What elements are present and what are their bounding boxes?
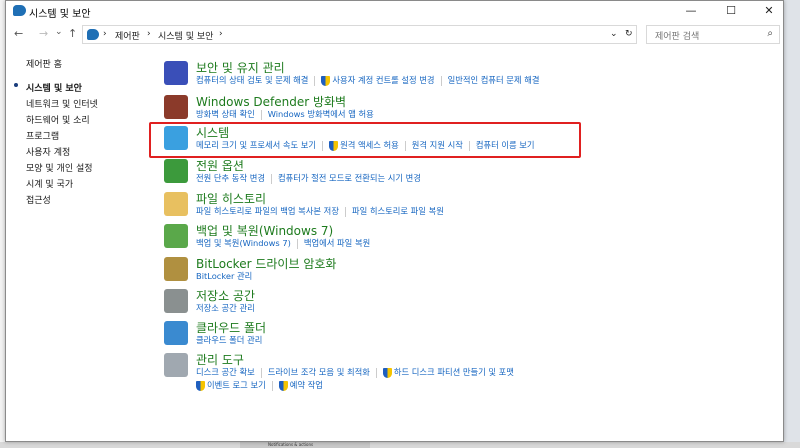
sidebar-item-clock-region[interactable]: 시계 및 국가 [26,177,73,190]
category-links: 디스크 공간 확보 드라이브 조각 모음 및 최적화 하드 디스크 파티션 만들기 … [196,366,776,392]
sidebar-item-programs[interactable]: 프로그램 [26,129,59,142]
background-desktop [0,442,800,448]
admin-tools-icon[interactable] [164,353,188,377]
task-link[interactable]: 저장소 공간 관리 [196,303,255,313]
control-panel-icon [13,5,26,16]
chevron-right-icon: › [147,29,151,39]
sidebar-item-appearance[interactable]: 모양 및 개인 설정 [26,161,93,174]
category-links: BitLocker 관리 [196,270,776,283]
firewall-icon[interactable] [164,95,188,119]
close-button[interactable]: ✕ [754,3,784,19]
background-notifications: Notifications & actions [240,442,370,448]
category-links: 클라우드 폴더 관리 [196,334,776,347]
back-button[interactable]: ← [14,27,23,40]
uac-shield-icon [278,380,288,391]
sidebar-item-system-security[interactable]: 시스템 및 보안 [26,81,82,94]
category-links: 전원 단추 동작 변경 컴퓨터가 절전 모드로 전환되는 시기 변경 [196,172,776,185]
title-bar: 시스템 및 보안 — ☐ ✕ [6,1,783,21]
separator [260,367,262,378]
chevron-right-icon: › [219,29,223,39]
cloud-folder-icon[interactable] [164,321,188,345]
search-placeholder: 제어판 검색 [655,32,700,42]
task-link[interactable]: 파일 히스토리로 파일의 백업 복사본 저장 [196,206,339,216]
separator [440,75,442,86]
flag-icon[interactable] [164,61,188,85]
separator [296,238,298,249]
task-link[interactable]: 일반적인 컴퓨터 문제 해결 [448,75,540,85]
task-link[interactable]: 백업에서 파일 복원 [304,238,370,248]
recent-locations-button[interactable]: ⌄ [55,27,63,37]
bitlocker-icon[interactable] [164,257,188,281]
sidebar-item-hardware[interactable]: 하드웨어 및 소리 [26,113,90,126]
search-icon: ⌕ [767,28,773,39]
task-link[interactable]: 컴퓨터가 절전 모드로 전환되는 시기 변경 [278,173,421,183]
storage-icon[interactable] [164,289,188,313]
minimize-button[interactable]: — [676,3,706,19]
navigation-bar: ← → ⌄ ↑ › 제어판 › 시스템 및 보안 › ⌄ ↻ 제어판 검색 ⌕ [6,25,783,45]
task-link[interactable]: 컴퓨터의 상태 검토 및 문제 해결 [196,75,308,85]
uac-shield-icon [321,75,331,86]
active-bullet-icon [14,83,18,87]
category-links: 방화벽 상태 확인 Windows 방화벽에서 앱 허용 [196,108,776,121]
category-links: 백업 및 복원(Windows 7) 백업에서 파일 복원 [196,237,776,250]
search-input[interactable]: 제어판 검색 ⌕ [646,25,780,44]
address-dropdown-button[interactable]: ⌄ [610,29,618,39]
backup-icon[interactable] [164,224,188,248]
task-link[interactable]: 사용자 계정 컨트롤 설정 변경 [332,75,434,85]
address-bar[interactable]: › 제어판 › 시스템 및 보안 › ⌄ ↻ [82,25,637,44]
separator [314,75,316,86]
uac-shield-icon [382,367,392,378]
task-link[interactable]: BitLocker 관리 [196,271,252,281]
sidebar-item-control-panel-home[interactable]: 제어판 홈 [26,57,62,70]
category-links: 파일 히스토리로 파일의 백업 복사본 저장 파일 히스토리로 파일 복원 [196,205,776,218]
breadcrumb-system-security[interactable]: 시스템 및 보안 [158,29,213,42]
up-button[interactable]: ↑ [68,27,77,40]
forward-button[interactable]: → [39,27,48,40]
sidebar-item-network[interactable]: 네트워크 및 인터넷 [26,97,98,110]
maximize-button[interactable]: ☐ [716,3,746,19]
task-link[interactable]: 하드 디스크 파티션 만들기 및 포맷 [394,367,514,377]
task-link[interactable]: 예약 작업 [290,380,323,390]
task-link[interactable]: Windows 방화벽에서 앱 허용 [268,109,374,119]
task-link[interactable]: 전원 단추 동작 변경 [196,173,265,183]
task-link[interactable]: 이벤트 로그 보기 [207,380,266,390]
sidebar-item-accessibility[interactable]: 접근성 [26,193,51,206]
task-link[interactable]: 파일 히스토리로 파일 복원 [352,206,444,216]
file-history-icon[interactable] [164,192,188,216]
battery-icon[interactable] [164,159,188,183]
window-title: 시스템 및 보안 [29,9,91,20]
task-link[interactable]: 디스크 공간 확보 [196,367,255,377]
separator [270,173,272,184]
control-panel-window: 시스템 및 보안 — ☐ ✕ ← → ⌄ ↑ › 제어판 › 시스템 및 보안 … [5,0,784,442]
separator [271,380,273,391]
sidebar-item-user-accounts[interactable]: 사용자 계정 [26,145,70,158]
category-links: 저장소 공간 관리 [196,302,776,315]
system-highlight-box [149,122,581,158]
uac-shield-icon [196,380,205,391]
breadcrumb-control-panel[interactable]: 제어판 [115,29,140,42]
separator [375,367,377,378]
task-link[interactable]: 클라우드 폴더 관리 [196,335,262,345]
separator [344,206,346,217]
control-panel-icon [87,29,99,40]
chevron-right-icon: › [103,29,107,39]
category-links: 컴퓨터의 상태 검토 및 문제 해결 사용자 계정 컨트롤 설정 변경 일반적인 컴… [196,74,776,87]
separator [260,109,262,120]
task-link[interactable]: 백업 및 복원(Windows 7) [196,238,291,248]
task-link[interactable]: 방화벽 상태 확인 [196,109,255,119]
task-link[interactable]: 드라이브 조각 모음 및 최적화 [268,367,370,377]
refresh-button[interactable]: ↻ [625,29,633,39]
